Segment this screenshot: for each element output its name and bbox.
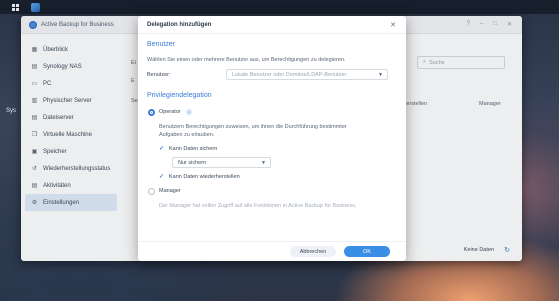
chevron-down-icon: ▼ — [378, 71, 383, 78]
operator-description-line1: Benutzern Berechtigungen zuweisen, um ih… — [159, 124, 347, 130]
desktop-label: Sys — [6, 108, 17, 114]
main-menu-button[interactable] — [8, 0, 22, 14]
operator-radio[interactable] — [148, 109, 155, 116]
manager-label[interactable]: Manager — [159, 188, 181, 194]
backup-mode-select[interactable]: Nur sichern ▼ — [172, 157, 271, 168]
user-select-placeholder: Lokale Benutzer oder Domäne/LDAP-Benutze… — [232, 71, 347, 78]
operator-description-line2: Aufgaben zu erlauben. — [159, 132, 215, 138]
taskbar-app-button[interactable] — [28, 0, 42, 14]
privilege-section-title: Privilegiendelegation — [147, 92, 212, 99]
user-select[interactable]: Lokale Benutzer oder Domäne/LDAP-Benutze… — [226, 69, 388, 80]
dialog-header: Delegation hinzufügen ✕ — [138, 16, 406, 34]
users-section-title: Benutzer — [147, 41, 176, 48]
restore-checkbox[interactable]: ✓ — [159, 173, 164, 180]
backup-label[interactable]: Kann Daten sichern — [169, 146, 217, 152]
backup-checkbox[interactable]: ✓ — [159, 145, 164, 152]
manager-radio[interactable] — [148, 188, 155, 195]
user-field-label: Benutzer: — [147, 72, 171, 78]
ok-button[interactable]: OK — [344, 246, 390, 257]
add-delegation-dialog: Delegation hinzufügen ✕ Benutzer Wählen … — [138, 16, 406, 261]
grid-icon — [11, 3, 19, 11]
close-icon[interactable]: ✕ — [390, 21, 396, 29]
active-backup-icon — [30, 2, 40, 12]
info-icon[interactable]: i — [186, 109, 192, 115]
chevron-down-icon: ▼ — [261, 159, 266, 166]
manager-description: Der Manager hat vollen Zugriff auf alle … — [159, 203, 357, 209]
dialog-title: Delegation hinzufügen — [147, 21, 212, 28]
cancel-button[interactable]: Abbrechen — [290, 246, 336, 257]
restore-label[interactable]: Kann Daten wiederherstellen — [169, 174, 240, 180]
backup-mode-value: Nur sichern — [178, 159, 207, 166]
taskbar — [0, 0, 559, 14]
operator-label[interactable]: Operator — [159, 109, 181, 115]
dialog-footer: Abbrechen OK — [138, 241, 406, 261]
users-description: Wählen Sie einen oder mehrere Benutzer a… — [147, 57, 346, 63]
